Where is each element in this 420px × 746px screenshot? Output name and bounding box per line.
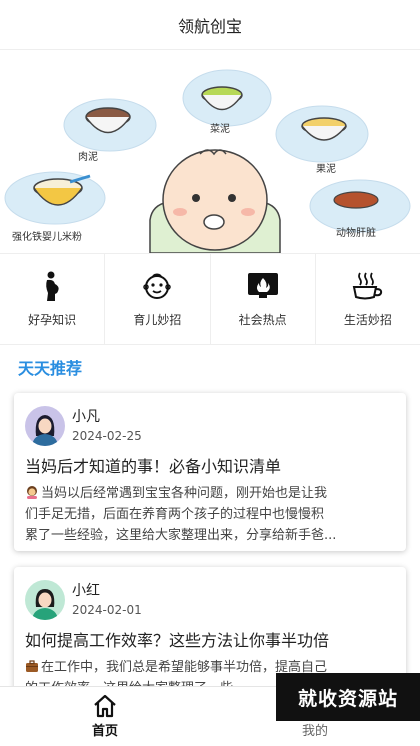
category-parenting[interactable]: 育儿妙招: [105, 254, 211, 344]
svg-text:果泥: 果泥: [316, 162, 336, 175]
tab-home[interactable]: 首页: [0, 687, 210, 746]
home-icon: [94, 694, 116, 718]
tab-label: 首页: [91, 724, 118, 739]
post-date: 2024-02-25: [72, 429, 142, 443]
briefcase-emoji-icon: [25, 659, 39, 673]
fire-screen-icon: [247, 270, 279, 302]
post-card[interactable]: 小凡 2024-02-25 当妈后才知道的事！必备小知识清单 当妈以后经常遇到宝…: [14, 393, 406, 551]
post-title[interactable]: 当妈后才知道的事！必备小知识清单: [25, 456, 395, 478]
post-title[interactable]: 如何提高工作效率？这些方法让你事半功倍: [25, 630, 395, 652]
liver-plate: [333, 191, 379, 209]
category-label: 社会热点: [238, 313, 287, 327]
woman-emoji-icon: [25, 485, 39, 499]
category-label: 生活妙招: [343, 313, 392, 327]
tab-label: 我的: [301, 724, 328, 739]
baby-illustration: [149, 149, 281, 253]
svg-text:菜泥: 菜泥: [210, 122, 230, 135]
category-life-tips[interactable]: 生活妙招: [316, 254, 420, 344]
post-author: 小红 2024-02-01: [25, 580, 395, 620]
category-label: 好孕知识: [28, 313, 77, 327]
post-author: 小凡 2024-02-25: [25, 406, 395, 446]
baby-face-icon: [141, 270, 173, 302]
category-pregnancy[interactable]: 好孕知识: [0, 254, 106, 344]
post-excerpt: 当妈以后经常遇到宝宝各种问题，刚开始也是让我 们手足无措，后面在养育两个孩子的过…: [25, 485, 337, 543]
author-name: 小凡: [72, 409, 100, 425]
svg-text:肉泥: 肉泥: [78, 150, 98, 163]
category-grid: 好孕知识 育儿妙招 社会热点 生活妙招: [0, 253, 420, 345]
avatar[interactable]: [25, 406, 65, 446]
avatar[interactable]: [25, 580, 65, 620]
coffee-cup-icon: [352, 270, 384, 302]
author-name: 小红: [72, 583, 100, 599]
nav-bar: 领航创宝: [0, 0, 420, 50]
svg-text:动物肝脏: 动物肝脏: [336, 226, 376, 239]
page-title: 领航创宝: [177, 16, 242, 36]
watermark: 就收资源站: [276, 673, 420, 721]
section-title: 天天推荐: [18, 359, 83, 378]
watermark-text: 就收资源站: [297, 687, 398, 710]
post-date: 2024-02-01: [72, 603, 142, 617]
category-label: 育儿妙招: [133, 313, 182, 327]
svg-text:强化铁婴儿米粉: 强化铁婴儿米粉: [12, 230, 82, 243]
banner-illustration[interactable]: 肉泥 菜泥 果泥 强化铁婴儿米粉 动物肝脏: [0, 50, 420, 253]
category-hot-topics[interactable]: 社会热点: [211, 254, 316, 344]
pregnant-icon: [36, 270, 68, 302]
